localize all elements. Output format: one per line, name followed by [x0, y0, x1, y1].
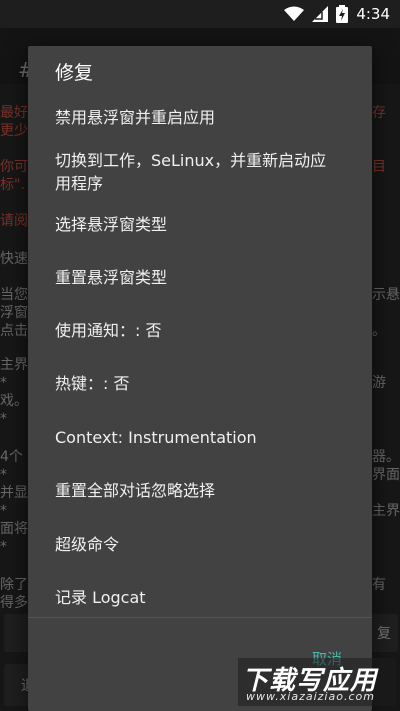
watermark-logo: 下载写应用 www.xiazaiziao.com — [238, 658, 396, 706]
wifi-icon — [284, 6, 305, 22]
menu-item-record-logcat[interactable]: 记录 Logcat — [55, 586, 355, 609]
menu-item-hotkey[interactable]: 热键：: 否 — [55, 372, 355, 395]
dialog-divider — [28, 617, 372, 618]
status-time: 4:34 — [356, 5, 390, 23]
menu-item-use-notification[interactable]: 使用通知：: 否 — [55, 319, 355, 342]
status-bar: 4:34 — [0, 0, 400, 28]
signal-icon — [312, 6, 329, 22]
menu-item-switch-work-selinux[interactable]: 切换到工作，SeLinux，并重新启动应用程序 — [55, 149, 340, 195]
battery-icon — [336, 5, 349, 23]
menu-item-reset-float-type[interactable]: 重置悬浮窗类型 — [55, 266, 355, 289]
repair-dialog: 修复 禁用悬浮窗并重启应用 切换到工作，SeLinux，并重新启动应用程序 选择… — [28, 46, 372, 711]
dialog-title: 修复 — [55, 62, 94, 84]
menu-item-select-float-type[interactable]: 选择悬浮窗类型 — [55, 213, 355, 236]
menu-item-super-command[interactable]: 超级命令 — [55, 533, 355, 556]
watermark-url-text: www.xiazaiziao.com — [246, 690, 375, 703]
menu-item-disable-float-restart[interactable]: 禁用悬浮窗并重启应用 — [55, 106, 355, 129]
menu-item-context-instrumentation[interactable]: Context: Instrumentation — [55, 426, 355, 449]
menu-item-reset-dialog-ignore[interactable]: 重置全部对话忽略选择 — [55, 479, 355, 502]
